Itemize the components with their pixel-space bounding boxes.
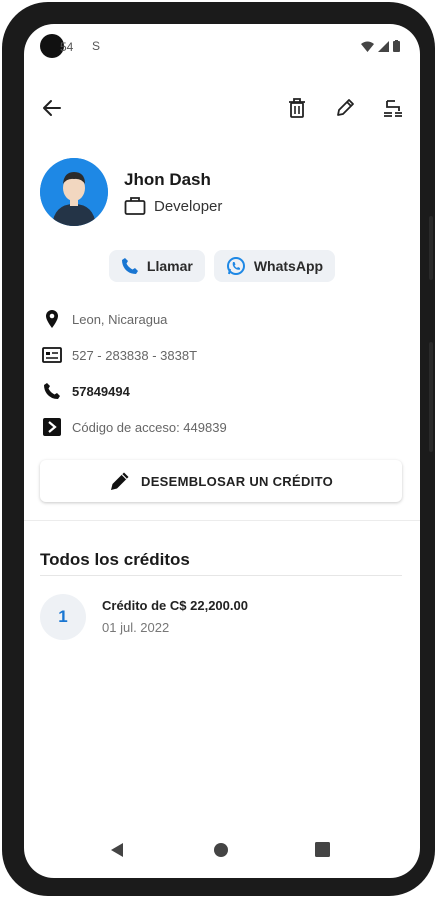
- disburse-credit-label: DESEMBLOSAR UN CRÉDITO: [141, 473, 333, 489]
- status-notification-glyph: S: [92, 39, 101, 53]
- phone-icon: [121, 258, 138, 274]
- profile-role: Developer: [124, 196, 222, 216]
- wifi-icon: [361, 41, 374, 52]
- briefcase-icon: [124, 197, 146, 215]
- volume-button: [429, 216, 433, 280]
- credit-index-badge: 1: [40, 594, 86, 640]
- list-item[interactable]: 1 Crédito de C$ 22,200.00 01 jul. 2022: [40, 594, 402, 644]
- call-button[interactable]: Llamar: [108, 250, 205, 282]
- nav-recents-icon[interactable]: [315, 842, 330, 857]
- location-text: Leon, Nicaragua: [72, 311, 168, 327]
- edit-button[interactable]: [331, 94, 359, 122]
- phone-row: 57849494: [40, 379, 400, 403]
- access-code-row: Código de acceso: 449839: [40, 415, 400, 439]
- whatsapp-button[interactable]: WhatsApp: [213, 250, 336, 282]
- arrow-back-icon: [43, 100, 61, 116]
- location-row: Leon, Nicaragua: [40, 307, 400, 331]
- status-time: 54: [60, 40, 74, 54]
- power-button: [429, 342, 433, 452]
- screen: 54 S Jhon Dash Developer Llamar WhatsApp…: [24, 24, 420, 878]
- credits-section-title: Todos los créditos: [40, 550, 190, 569]
- list-settings-icon: [384, 100, 402, 117]
- contact-actions: Llamar WhatsApp: [24, 250, 420, 282]
- whatsapp-button-label: WhatsApp: [253, 258, 324, 274]
- whatsapp-icon: [226, 257, 245, 275]
- list-settings-button[interactable]: [379, 94, 407, 122]
- battery-icon: [393, 40, 400, 52]
- phone-frame: 54 S Jhon Dash Developer Llamar WhatsApp…: [2, 2, 435, 896]
- profile-header: Jhon Dash Developer: [40, 158, 400, 230]
- call-button-label: Llamar: [146, 258, 193, 274]
- signal-icon: [378, 40, 389, 52]
- phone-number-text: 57849494: [72, 383, 130, 399]
- delete-icon: [289, 98, 305, 118]
- credits-title-divider: [40, 575, 402, 576]
- profile-role-label: Developer: [154, 197, 223, 215]
- edit-icon: [337, 99, 354, 116]
- credit-date: 01 jul. 2022: [102, 620, 170, 635]
- profile-name: Jhon Dash: [124, 170, 211, 189]
- back-button[interactable]: [38, 94, 66, 122]
- avatar: [40, 158, 108, 226]
- person-avatar-icon: [40, 158, 108, 226]
- disburse-credit-button[interactable]: DESEMBLOSAR UN CRÉDITO: [40, 460, 402, 502]
- id-card-icon: [40, 343, 64, 367]
- nav-home-icon[interactable]: [213, 842, 229, 858]
- section-divider: [24, 520, 420, 521]
- status-bar: 54 S: [24, 34, 420, 60]
- location-pin-icon: [40, 307, 64, 331]
- app-bar: [24, 94, 420, 124]
- id-row: 527 - 283838 - 3838T: [40, 343, 400, 367]
- pencil-icon: [111, 472, 129, 490]
- system-nav-bar: [24, 836, 420, 866]
- credit-title: Crédito de C$ 22,200.00: [102, 598, 248, 613]
- phone-detail-icon: [40, 379, 64, 403]
- nav-back-icon[interactable]: [110, 842, 124, 858]
- access-code-text: Código de acceso: 449839: [72, 419, 227, 435]
- id-number-text: 527 - 283838 - 3838T: [72, 347, 198, 363]
- status-icons: [361, 40, 400, 52]
- access-code-icon: [40, 415, 64, 439]
- delete-button[interactable]: [283, 94, 311, 122]
